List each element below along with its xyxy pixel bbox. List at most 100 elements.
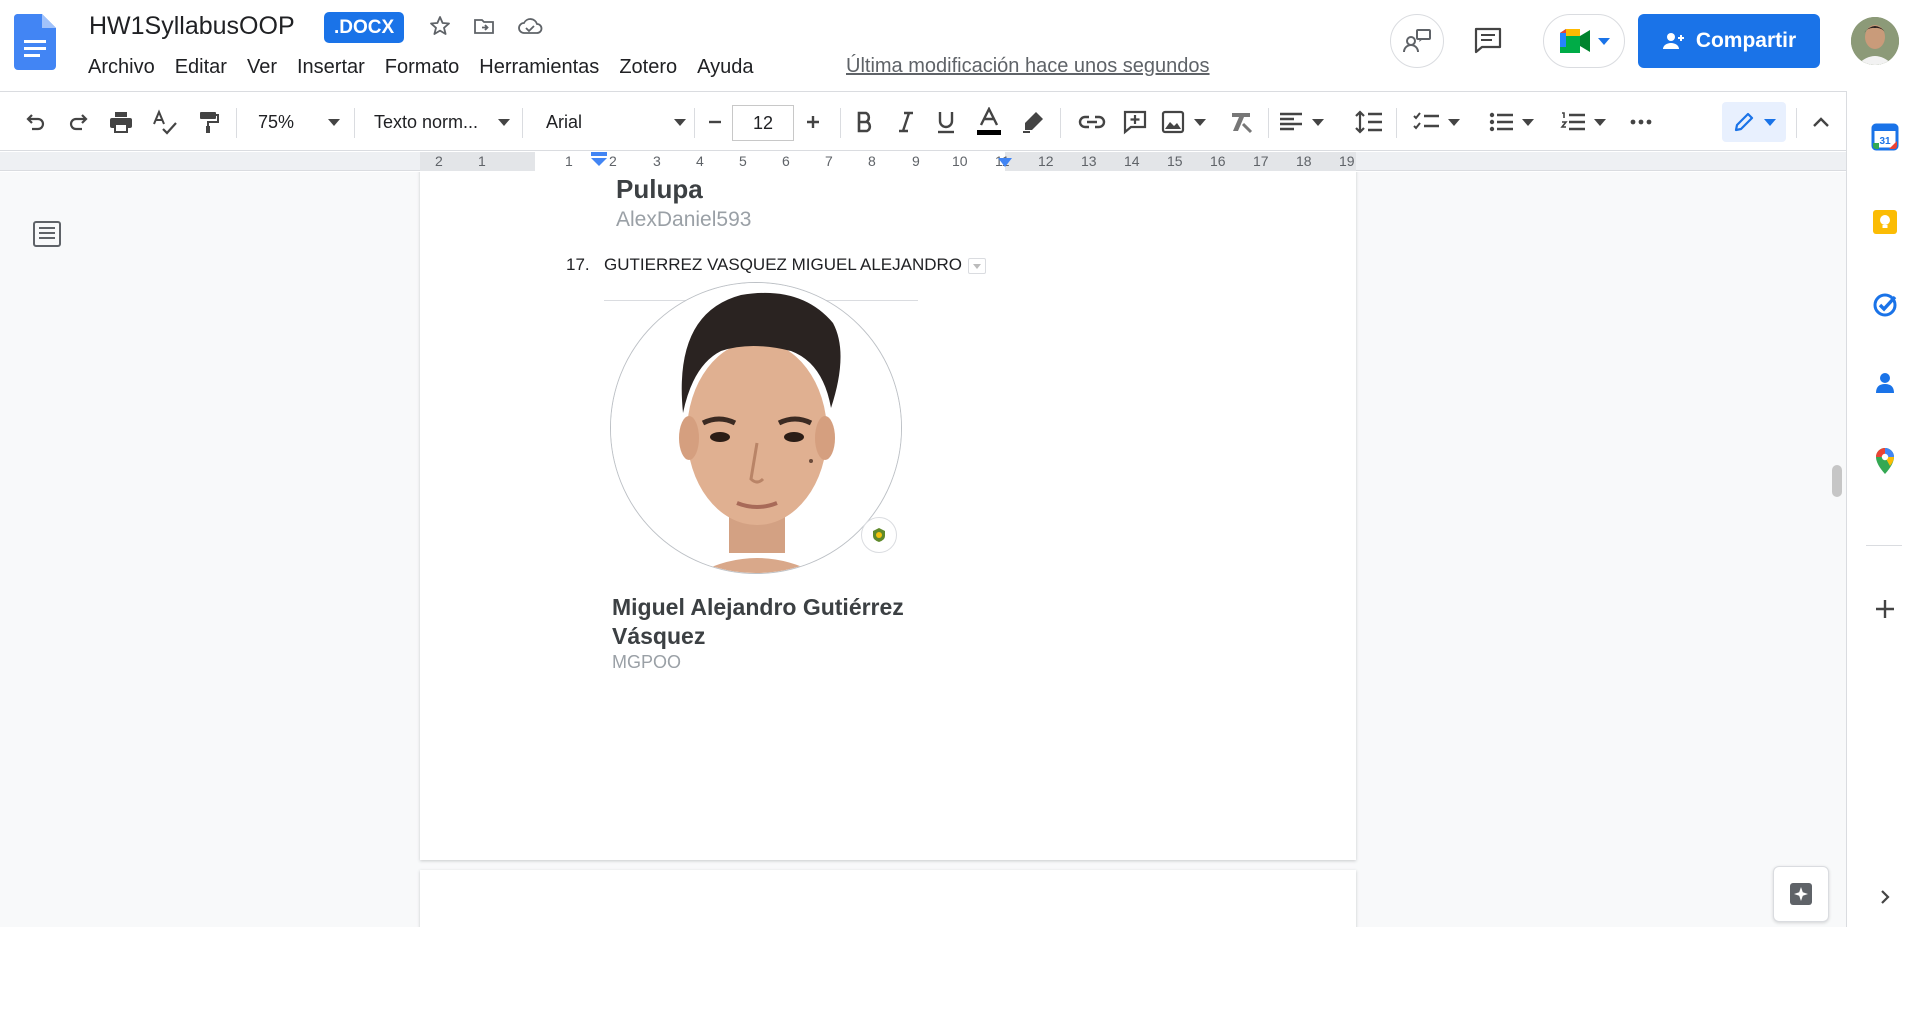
ruler-label: 17 bbox=[1253, 153, 1269, 169]
checklist-button[interactable] bbox=[1412, 92, 1472, 152]
show-side-panel-icon[interactable] bbox=[1869, 881, 1901, 913]
font-caret-icon bbox=[674, 118, 686, 126]
horizontal-ruler[interactable]: 2 1 1 2 3 4 5 6 7 8 9 10 11 12 13 14 15 … bbox=[0, 152, 1846, 171]
editing-mode-button[interactable] bbox=[1722, 102, 1786, 142]
image-caret-icon bbox=[1194, 118, 1206, 126]
last-edit-link[interactable]: Última modificación hace unos segundos bbox=[846, 55, 1210, 78]
menu-zotero[interactable]: Zotero bbox=[609, 53, 687, 81]
ruler-label: 2 bbox=[609, 153, 617, 169]
document-outline-icon[interactable] bbox=[32, 220, 62, 253]
paint-format-icon[interactable] bbox=[191, 92, 225, 152]
style-value: Texto norm... bbox=[374, 111, 479, 132]
pencil-icon bbox=[1734, 112, 1754, 132]
title-bar: HW1SyllabusOOP .DOCX Archivo Editar Ver … bbox=[0, 0, 1920, 90]
verified-badge-icon bbox=[861, 517, 897, 553]
more-options-icon[interactable] bbox=[1624, 92, 1658, 152]
highlight-icon[interactable] bbox=[1016, 92, 1050, 152]
insert-image-button[interactable] bbox=[1160, 92, 1210, 152]
bulleted-list-button[interactable] bbox=[1488, 92, 1544, 152]
redo-icon[interactable] bbox=[62, 92, 96, 152]
print-icon[interactable] bbox=[104, 92, 138, 152]
meet-caret-icon bbox=[1598, 37, 1610, 45]
cloud-saved-icon[interactable] bbox=[516, 12, 544, 40]
line-spacing-icon[interactable] bbox=[1352, 92, 1386, 152]
move-folder-icon[interactable] bbox=[470, 12, 498, 40]
zoom-caret-icon bbox=[328, 118, 340, 126]
menu-ayuda[interactable]: Ayuda bbox=[687, 53, 763, 81]
menu-formato[interactable]: Formato bbox=[375, 53, 469, 81]
style-select[interactable]: Texto norm... bbox=[366, 92, 510, 152]
vertical-scrollbar[interactable] bbox=[1832, 465, 1842, 497]
italic-icon[interactable] bbox=[889, 92, 923, 152]
share-button[interactable]: Compartir bbox=[1638, 14, 1820, 68]
meet-button[interactable] bbox=[1543, 14, 1625, 68]
increase-font-size-button[interactable] bbox=[796, 92, 830, 152]
ruler-label: 2 bbox=[435, 153, 443, 169]
undo-icon[interactable] bbox=[18, 92, 52, 152]
align-caret-icon bbox=[1312, 118, 1324, 126]
numbered-list-button[interactable] bbox=[1560, 92, 1616, 152]
menu-archivo[interactable]: Archivo bbox=[78, 53, 165, 81]
contacts-icon[interactable] bbox=[1869, 367, 1901, 399]
align-button[interactable] bbox=[1278, 92, 1330, 152]
list-item-text: GUTIERREZ VASQUEZ MIGUEL ALEJANDRO bbox=[604, 255, 963, 274]
underline-icon[interactable] bbox=[929, 92, 963, 152]
ruler-label: 19 bbox=[1339, 153, 1355, 169]
zoom-select[interactable]: 75% bbox=[250, 92, 340, 152]
font-size-input[interactable]: 12 bbox=[732, 105, 794, 141]
ruler-label: 1 bbox=[478, 153, 486, 169]
explore-sparkle-icon bbox=[1790, 883, 1812, 905]
person-username: MGPOO bbox=[612, 652, 682, 672]
comments-icon[interactable] bbox=[1470, 24, 1506, 56]
add-comment-icon[interactable] bbox=[1118, 92, 1152, 152]
insert-link-icon[interactable] bbox=[1074, 92, 1110, 152]
collapse-toolbar-icon[interactable] bbox=[1804, 92, 1838, 152]
docs-logo-icon[interactable] bbox=[13, 14, 56, 70]
next-document-page[interactable] bbox=[420, 870, 1356, 927]
bulleted-list-icon bbox=[1489, 112, 1513, 132]
font-select[interactable]: Arial bbox=[536, 92, 686, 152]
share-label: Compartir bbox=[1695, 29, 1797, 52]
show-activity-button[interactable] bbox=[1390, 14, 1444, 68]
checklist-icon bbox=[1413, 112, 1439, 130]
tasks-icon[interactable] bbox=[1869, 289, 1901, 321]
account-avatar[interactable] bbox=[1851, 17, 1899, 65]
ruler-label: 9 bbox=[912, 153, 920, 169]
bold-icon[interactable] bbox=[848, 92, 882, 152]
spellcheck-icon[interactable] bbox=[148, 92, 182, 152]
keep-icon[interactable] bbox=[1869, 206, 1901, 238]
chip-dropdown-icon[interactable] bbox=[968, 257, 987, 274]
format-badge: .DOCX bbox=[324, 12, 405, 43]
add-icon[interactable] bbox=[1869, 593, 1901, 625]
document-title[interactable]: HW1SyllabusOOP bbox=[89, 12, 295, 41]
list-number: 17. bbox=[566, 255, 590, 274]
ruler-label: 14 bbox=[1124, 153, 1140, 169]
ruler-label: 7 bbox=[825, 153, 833, 169]
font-value: Arial bbox=[546, 111, 583, 132]
star-icon[interactable] bbox=[426, 12, 454, 40]
clear-formatting-icon[interactable] bbox=[1224, 92, 1258, 152]
profile-photo[interactable] bbox=[610, 282, 902, 574]
menu-insertar[interactable]: Insertar bbox=[287, 53, 375, 81]
ruler-label: 12 bbox=[1038, 153, 1054, 169]
menu-editar[interactable]: Editar bbox=[165, 53, 237, 81]
ruler-label: 8 bbox=[868, 153, 876, 169]
ruler-label: 1 bbox=[565, 153, 573, 169]
svg-text:31: 31 bbox=[1879, 136, 1891, 147]
list-item[interactable]: 17. GUTIERREZ VASQUEZ MIGUEL ALEJANDRO bbox=[566, 255, 987, 275]
decrease-font-size-button[interactable] bbox=[698, 92, 732, 152]
meet-icon bbox=[1560, 29, 1590, 53]
zoom-value: 75% bbox=[258, 111, 295, 132]
editing-toolbar: 75% Texto norm... Arial 12 bbox=[0, 91, 1846, 151]
bulleted-list-caret-icon bbox=[1522, 118, 1534, 126]
text-color-icon[interactable] bbox=[972, 92, 1006, 152]
previous-person-name: Pulupa bbox=[616, 174, 703, 204]
maps-icon[interactable] bbox=[1869, 445, 1901, 477]
numbered-list-caret-icon bbox=[1594, 118, 1606, 126]
explore-button[interactable] bbox=[1773, 866, 1829, 922]
menu-ver[interactable]: Ver bbox=[237, 53, 287, 81]
document-page[interactable]: Pulupa AlexDaniel593 17. GUTIERREZ VASQUE… bbox=[420, 172, 1356, 860]
empty-area bbox=[0, 927, 1920, 1024]
menu-herramientas[interactable]: Herramientas bbox=[469, 53, 609, 81]
calendar-icon[interactable]: 31 bbox=[1869, 121, 1901, 153]
